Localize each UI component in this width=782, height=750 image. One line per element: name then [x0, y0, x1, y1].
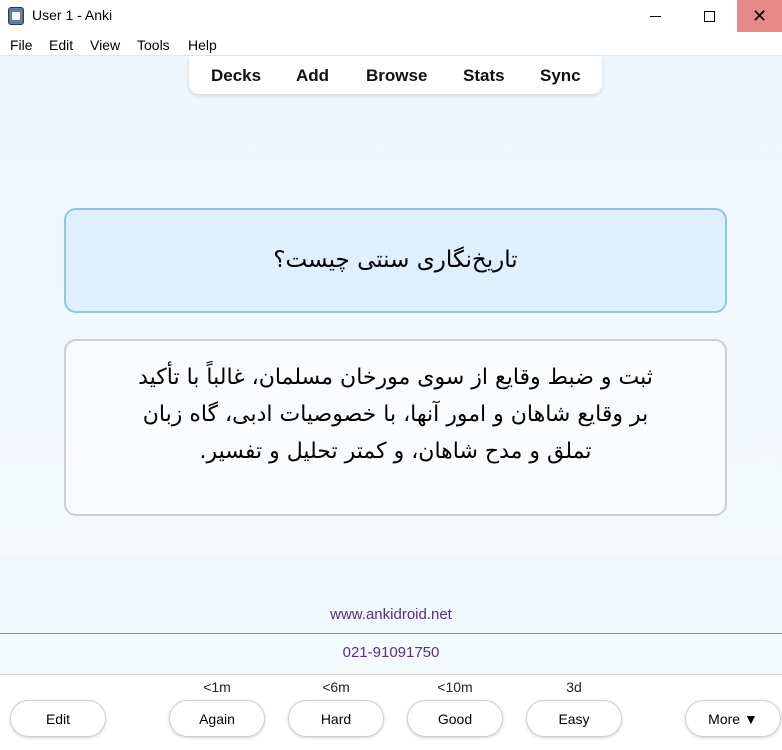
menu-file[interactable]: File [10, 37, 33, 53]
reviewer-area: Decks Add Browse Stats Sync تاریخ‌نگاری … [0, 56, 782, 556]
easy-interval: 3d [566, 679, 582, 695]
more-button[interactable]: More ▼ [685, 700, 781, 737]
menu-bar: File Edit View Tools Help [0, 32, 782, 56]
answer-line: ثبت و ضبط وقایع از سوی مورخان مسلمان، غا… [138, 365, 653, 390]
again-button[interactable]: Again [169, 700, 265, 737]
maximize-button[interactable] [686, 0, 732, 32]
good-interval: <10m [437, 679, 473, 695]
anki-app-icon [8, 7, 24, 25]
window-title: User 1 - Anki [32, 7, 113, 23]
hard-interval: <6m [322, 679, 350, 695]
hard-button[interactable]: Hard [288, 700, 384, 737]
toolbar-browse[interactable]: Browse [366, 66, 427, 86]
close-button[interactable]: ✕ [737, 0, 782, 32]
toolbar-sync[interactable]: Sync [540, 66, 581, 86]
toolbar-decks[interactable]: Decks [211, 66, 261, 86]
toolbar-add[interactable]: Add [296, 66, 329, 86]
maximize-icon [703, 10, 715, 22]
menu-edit[interactable]: Edit [49, 37, 73, 53]
toolbar-stats[interactable]: Stats [463, 66, 505, 86]
answer-card: ثبت و ضبط وقایع از سوی مورخان مسلمان، غا… [64, 339, 727, 516]
phone-band: 021-91091750 [0, 635, 782, 675]
again-interval: <1m [203, 679, 231, 695]
menu-help[interactable]: Help [188, 37, 217, 53]
website-link[interactable]: www.ankidroid.net [0, 606, 782, 623]
question-card: تاریخ‌نگاری سنتی چیست؟ [64, 208, 727, 313]
menu-tools[interactable]: Tools [137, 37, 170, 53]
answer-line: بر وقایع شاهان و امور آنها، با خصوصیات ا… [142, 402, 649, 427]
answer-bar: <1m <6m <10m 3d Edit Again Hard Good Eas… [0, 676, 782, 750]
minimize-icon [649, 15, 661, 17]
website-band: www.ankidroid.net [0, 556, 782, 634]
easy-button[interactable]: Easy [526, 700, 622, 737]
good-button[interactable]: Good [407, 700, 503, 737]
phone-number: 021-91091750 [342, 644, 440, 661]
answer-line: تملق و مدح شاهان، و کمتر تحلیل و تفسیر. [199, 439, 592, 464]
close-icon: ✕ [751, 6, 768, 26]
question-text: تاریخ‌نگاری سنتی چیست؟ [273, 247, 518, 273]
title-bar: User 1 - Anki ✕ [0, 0, 782, 32]
top-toolbar: Decks Add Browse Stats Sync [189, 56, 602, 94]
menu-view[interactable]: View [90, 37, 120, 53]
edit-button[interactable]: Edit [10, 700, 106, 737]
minimize-button[interactable] [632, 0, 678, 32]
